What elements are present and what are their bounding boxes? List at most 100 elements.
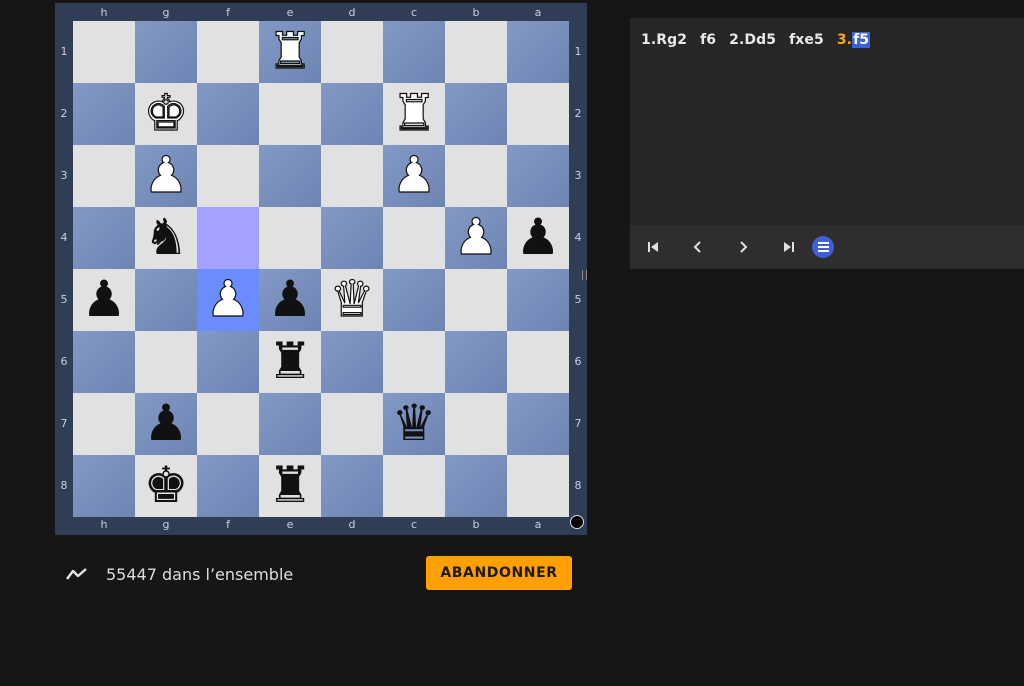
white-pawn-piece[interactable]: ♟ (205, 273, 251, 324)
square-g6[interactable] (135, 331, 197, 393)
square-c2[interactable]: ♜ (383, 83, 445, 145)
square-a3[interactable] (507, 145, 569, 207)
square-g3[interactable]: ♟ (135, 145, 197, 207)
black-pawn-piece[interactable]: ♟ (82, 274, 127, 324)
menu-button[interactable] (812, 236, 834, 258)
file-label: c (410, 6, 418, 19)
move-item[interactable]: fxe5 (789, 32, 824, 48)
white-queen-piece[interactable]: ♛ (329, 273, 375, 324)
square-g1[interactable] (135, 21, 197, 83)
square-d1[interactable] (321, 21, 383, 83)
square-h2[interactable] (73, 83, 135, 145)
square-e8[interactable]: ♜ (259, 455, 321, 517)
square-a5[interactable] (507, 269, 569, 331)
square-g4[interactable]: ♞ (135, 207, 197, 269)
square-e2[interactable] (259, 83, 321, 145)
square-b1[interactable] (445, 21, 507, 83)
white-pawn-piece[interactable]: ♟ (453, 211, 499, 262)
square-d7[interactable] (321, 393, 383, 455)
square-d5[interactable]: ♛ (321, 269, 383, 331)
black-queen-piece[interactable]: ♛ (392, 398, 437, 448)
black-pawn-piece[interactable]: ♟ (144, 398, 189, 448)
first-move-button[interactable] (641, 235, 665, 259)
square-b7[interactable] (445, 393, 507, 455)
square-f8[interactable] (197, 455, 259, 517)
square-h1[interactable] (73, 21, 135, 83)
square-c7[interactable]: ♛ (383, 393, 445, 455)
square-c4[interactable] (383, 207, 445, 269)
square-d3[interactable] (321, 145, 383, 207)
square-h5[interactable]: ♟ (73, 269, 135, 331)
rank-label: 6 (574, 355, 582, 368)
square-e6[interactable]: ♜ (259, 331, 321, 393)
square-c1[interactable] (383, 21, 445, 83)
file-label: c (410, 518, 418, 531)
square-c5[interactable] (383, 269, 445, 331)
white-pawn-piece[interactable]: ♟ (143, 149, 189, 200)
black-knight-piece[interactable]: ♞ (144, 212, 189, 262)
square-e4[interactable] (259, 207, 321, 269)
white-rook-piece[interactable]: ♜ (267, 25, 313, 76)
square-e3[interactable] (259, 145, 321, 207)
square-g5[interactable] (135, 269, 197, 331)
square-h8[interactable] (73, 455, 135, 517)
black-pawn-piece[interactable]: ♟ (516, 212, 561, 262)
square-f4[interactable] (197, 207, 259, 269)
square-a7[interactable] (507, 393, 569, 455)
square-b2[interactable] (445, 83, 507, 145)
move-item[interactable]: 2.Dd5 (729, 32, 776, 48)
square-f2[interactable] (197, 83, 259, 145)
square-h6[interactable] (73, 331, 135, 393)
white-king-piece[interactable]: ♚ (143, 87, 189, 138)
square-h7[interactable] (73, 393, 135, 455)
square-a4[interactable]: ♟ (507, 207, 569, 269)
square-f1[interactable] (197, 21, 259, 83)
rank-label: 5 (574, 293, 582, 306)
black-rook-piece[interactable]: ♜ (268, 336, 313, 386)
white-rook-piece[interactable]: ♜ (391, 87, 437, 138)
current-move[interactable]: f5 (852, 32, 871, 48)
square-f3[interactable] (197, 145, 259, 207)
black-pawn-piece[interactable]: ♟ (268, 274, 313, 324)
square-b6[interactable] (445, 331, 507, 393)
file-label: d (348, 518, 356, 531)
white-pawn-piece[interactable]: ♟ (391, 149, 437, 200)
square-b3[interactable] (445, 145, 507, 207)
square-b8[interactable] (445, 455, 507, 517)
square-e5[interactable]: ♟ (259, 269, 321, 331)
move-item[interactable]: f6 (700, 32, 716, 48)
next-move-button[interactable] (731, 235, 755, 259)
square-f7[interactable] (197, 393, 259, 455)
square-g8[interactable]: ♚ (135, 455, 197, 517)
square-d8[interactable] (321, 455, 383, 517)
board-resize-handle[interactable] (582, 270, 587, 280)
square-a2[interactable] (507, 83, 569, 145)
chess-board[interactable]: ♜ ♚ ♜ ♟ ♟ ♞ ♟ ♟ ♟ ♟ ♟ ♛ ♜ ♟ ♛ ♚ ♜ (73, 21, 569, 517)
square-g2[interactable]: ♚ (135, 83, 197, 145)
square-d6[interactable] (321, 331, 383, 393)
square-a8[interactable] (507, 455, 569, 517)
square-d2[interactable] (321, 83, 383, 145)
square-f5[interactable]: ♟ (197, 269, 259, 331)
square-e1[interactable]: ♜ (259, 21, 321, 83)
square-h3[interactable] (73, 145, 135, 207)
black-rook-piece[interactable]: ♜ (268, 460, 313, 510)
square-c8[interactable] (383, 455, 445, 517)
square-c3[interactable]: ♟ (383, 145, 445, 207)
square-b4[interactable]: ♟ (445, 207, 507, 269)
square-c6[interactable] (383, 331, 445, 393)
prev-move-button[interactable] (686, 235, 710, 259)
square-f6[interactable] (197, 331, 259, 393)
move-item[interactable]: 1.Rg2 (641, 32, 687, 48)
square-h4[interactable] (73, 207, 135, 269)
last-move-button[interactable] (777, 235, 801, 259)
file-label: e (286, 6, 294, 19)
square-d4[interactable] (321, 207, 383, 269)
resign-button[interactable]: ABANDONNER (426, 556, 572, 590)
square-a1[interactable] (507, 21, 569, 83)
square-g7[interactable]: ♟ (135, 393, 197, 455)
black-king-piece[interactable]: ♚ (144, 460, 189, 510)
square-a6[interactable] (507, 331, 569, 393)
square-b5[interactable] (445, 269, 507, 331)
square-e7[interactable] (259, 393, 321, 455)
